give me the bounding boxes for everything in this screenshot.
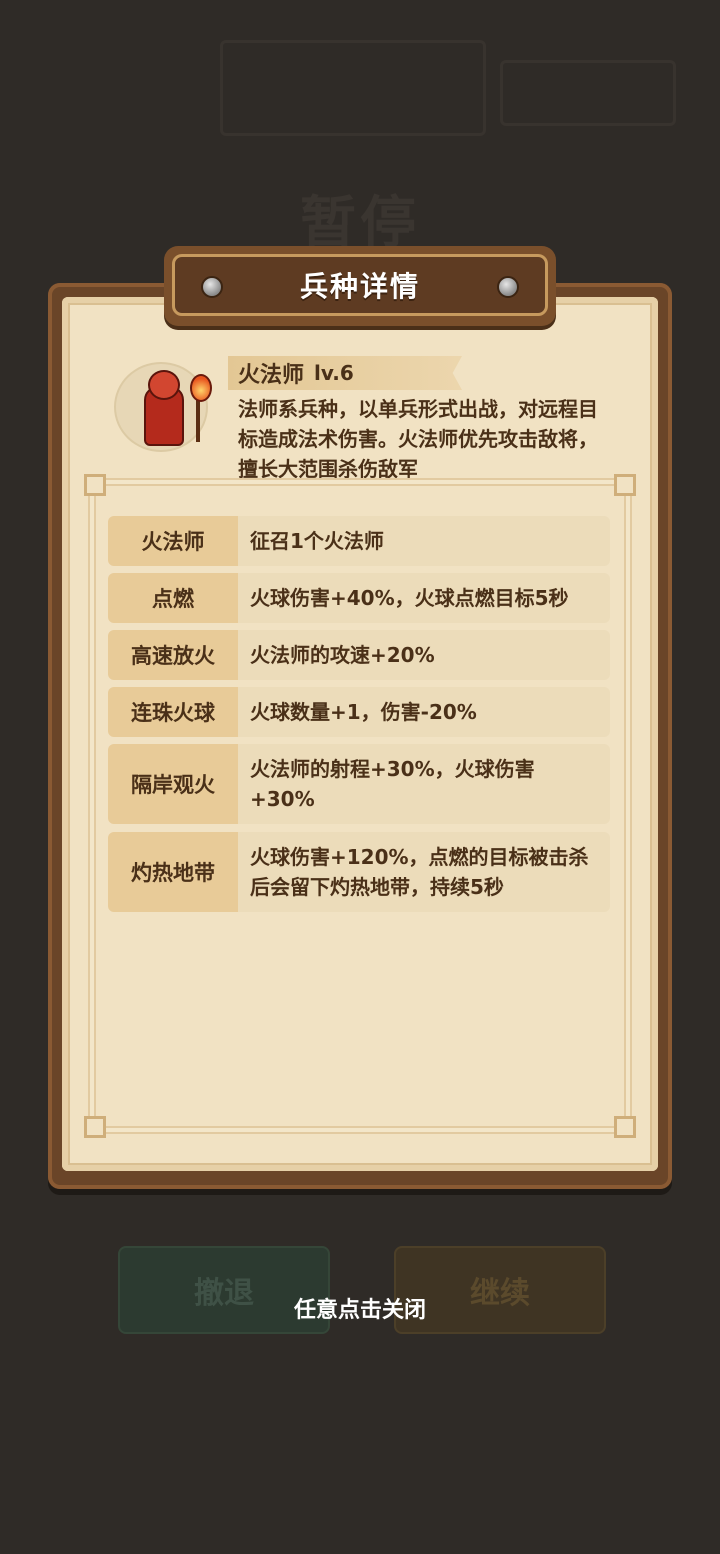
- rivet-icon: [497, 276, 519, 298]
- frame-corner: [614, 1116, 636, 1138]
- panel-title-banner: 兵种详情: [164, 246, 556, 326]
- frame-corner: [84, 474, 106, 496]
- tap-to-close-hint[interactable]: 任意点击关闭: [0, 1292, 720, 1324]
- frame-corner: [84, 1116, 106, 1138]
- staff-icon: [196, 396, 200, 442]
- skill-name: 火法师: [108, 516, 238, 566]
- rivet-icon: [201, 276, 223, 298]
- skill-name: 高速放火: [108, 630, 238, 680]
- panel-title: 兵种详情: [299, 270, 420, 303]
- unit-level: lv.6: [314, 361, 354, 385]
- skill-name: 灼热地带: [108, 832, 238, 912]
- skill-effect: 火球数量+1，伤害-20%: [238, 687, 610, 737]
- skill-row: 连珠火球 火球数量+1，伤害-20%: [108, 687, 610, 737]
- skill-effect: 火球伤害+40%，火球点燃目标5秒: [238, 573, 610, 623]
- mage-head: [148, 370, 180, 400]
- skill-effect: 征召1个火法师: [238, 516, 610, 566]
- background-decoration: [220, 40, 486, 136]
- skill-row: 隔岸观火 火法师的射程+30%，火球伤害+30%: [108, 744, 610, 824]
- skill-row: 火法师 征召1个火法师: [108, 516, 610, 566]
- skill-effect: 火法师的攻速+20%: [238, 630, 610, 680]
- skill-name: 连珠火球: [108, 687, 238, 737]
- fireball-icon: [190, 374, 212, 402]
- skill-effect: 火法师的射程+30%，火球伤害+30%: [238, 744, 610, 824]
- skill-row: 高速放火 火法师的攻速+20%: [108, 630, 610, 680]
- frame-corner: [614, 474, 636, 496]
- fire-mage-portrait-icon: [110, 356, 214, 452]
- unit-description: 法师系兵种，以单兵形式出战，对远程目标造成法术伤害。火法师优先攻击敌将，擅长大范…: [238, 397, 598, 481]
- skill-row: 点燃 火球伤害+40%，火球点燃目标5秒: [108, 573, 610, 623]
- background-decoration: [500, 60, 676, 126]
- panel-title-plate: 兵种详情: [172, 254, 548, 316]
- skill-name: 点燃: [108, 573, 238, 623]
- unit-name: 火法师: [238, 363, 305, 388]
- skill-name: 隔岸观火: [108, 744, 238, 824]
- unit-name-plate: 火法师 lv.6: [228, 356, 462, 390]
- skill-row: 灼热地带 火球伤害+120%，点燃的目标被击杀后会留下灼热地带，持续5秒: [108, 832, 610, 912]
- skill-effect: 火球伤害+120%，点燃的目标被击杀后会留下灼热地带，持续5秒: [238, 832, 610, 912]
